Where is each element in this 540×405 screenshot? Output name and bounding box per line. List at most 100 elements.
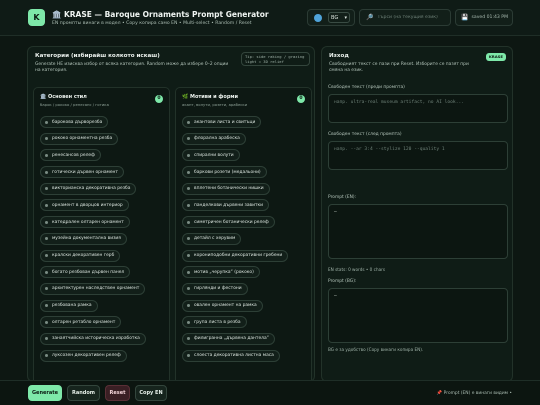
option-label: спирални волути: [194, 152, 234, 158]
option-label: кралски декоративен герб: [52, 253, 115, 258]
radio-dot-icon: [187, 337, 190, 341]
option-label: вплетени ботанически нишки: [194, 186, 264, 192]
radio-dot-icon: [45, 237, 48, 241]
copy-en-button[interactable]: Copy EN: [135, 385, 167, 401]
option-label: архитектурен наследствен орнамент: [52, 286, 140, 292]
option-chip[interactable]: олтарен ретабло орнамент: [40, 316, 122, 329]
option-chip[interactable]: орнамент в дворцов интериор: [40, 199, 129, 212]
option-chip[interactable]: викторианска декоративна резба: [40, 182, 137, 195]
radio-dot-icon: [45, 170, 48, 174]
footer-note: 📌 Prompt (EN) е винаги видим •: [436, 391, 512, 396]
option-chip[interactable]: гирлянди и фестони: [182, 282, 248, 295]
radio-dot-icon: [45, 304, 48, 308]
radio-dot-icon: [187, 203, 190, 207]
category-title: 🏛️ Основен стил: [40, 94, 87, 100]
option-chip[interactable]: рококо орнаментна резба: [40, 132, 119, 145]
radio-dot-icon: [45, 287, 48, 291]
saved-time: saved 01:43 PM: [471, 15, 509, 20]
option-label: занаятчийска историческа изработка: [52, 336, 140, 342]
category-main-style: 🏛️ Основен стил барок / рококо / ренесан…: [33, 87, 170, 381]
categories-description: Generate НЕ изисква избор от всяка катег…: [35, 62, 229, 73]
option-chip[interactable]: симетричен ботанически релеф: [182, 216, 275, 229]
option-label: ренесансов релеф: [52, 152, 95, 158]
radio-dot-icon: [187, 237, 190, 241]
option-chip[interactable]: корониподобни декоративни гребени: [182, 249, 289, 262]
option-chip[interactable]: акантови листа и свитъци: [182, 116, 262, 128]
prompt-en-output[interactable]: –: [328, 204, 508, 259]
option-chip[interactable]: ренесансов релеф: [40, 149, 101, 162]
option-chip[interactable]: катедрален олтарен орнамент: [40, 216, 130, 229]
option-chip[interactable]: баркови розети (медальони): [182, 166, 267, 179]
option-chip[interactable]: панделкови дървени завитки: [182, 199, 270, 212]
app-subtitle: EN промпты винаги в модел • Copy копира …: [52, 21, 252, 26]
option-label: баркови розети (медальони): [194, 169, 261, 175]
option-label: група листа в резба: [194, 319, 241, 325]
radio-dot-icon: [45, 120, 48, 124]
option-label: слоеста декоративна листна маса: [194, 353, 274, 359]
language-select[interactable]: BG ▾: [328, 12, 350, 23]
option-label: готически дървен орнамент: [52, 169, 118, 175]
option-label: олтарен ретабло орнамент: [52, 319, 116, 325]
option-chip[interactable]: овален орнамент на рамка: [182, 299, 263, 312]
option-chip[interactable]: спирални волути: [182, 149, 240, 162]
radio-dot-icon: [187, 270, 190, 274]
option-chip[interactable]: вплетени ботанически нишки: [182, 182, 270, 195]
radio-dot-icon: [45, 337, 48, 341]
option-chip[interactable]: детайл с херувим: [182, 232, 242, 245]
option-chip[interactable]: готически дървен орнамент: [40, 166, 124, 179]
radio-dot-icon: [187, 304, 190, 308]
option-chip[interactable]: архитектурен наследствен орнамент: [40, 282, 146, 295]
radio-dot-icon: [45, 203, 48, 207]
option-chip[interactable]: кралски декоративен герб: [40, 249, 121, 262]
saved-status: 💾 saved 01:43 PM: [455, 9, 513, 26]
prompt-bg-label: Prompt (BG):: [328, 279, 357, 284]
action-bar: Generate Random Reset Copy EN 📌 Prompt (…: [0, 380, 540, 405]
radio-dot-icon: [187, 120, 190, 124]
reset-button[interactable]: Reset: [105, 385, 130, 401]
option-chip[interactable]: богато резбован дървен панел: [40, 266, 131, 279]
radio-dot-icon: [187, 137, 190, 141]
search-input[interactable]: [377, 12, 450, 23]
chevron-down-icon: ▾: [344, 14, 347, 21]
radio-dot-icon: [45, 354, 48, 358]
option-label: симетричен ботанически релеф: [194, 219, 269, 225]
option-label: овален орнамент на рамка: [194, 303, 257, 309]
radio-dot-icon: [45, 270, 48, 274]
option-label: панделкови дървени завитки: [194, 202, 264, 208]
categories-title: Категории (избирайш колкото искаш): [35, 53, 160, 59]
option-label: гирлянди и фестони: [194, 286, 242, 292]
radio-dot-icon: [45, 254, 48, 257]
random-button[interactable]: Random: [67, 385, 100, 401]
option-label: корониподобни декоративни гребени: [194, 253, 283, 258]
option-chip[interactable]: музейна документална визия: [40, 232, 127, 245]
option-chip[interactable]: резбована рамка: [40, 299, 98, 312]
option-chip[interactable]: слоеста декоративна листна маса: [182, 349, 280, 362]
option-label: детайл с херувим: [194, 236, 236, 242]
option-chip[interactable]: барокова дърворезба: [40, 116, 109, 128]
output-description: Свободният текст се пази при Reset. Избо…: [329, 62, 469, 73]
option-chip[interactable]: занаятчийска историческа изработка: [40, 332, 146, 345]
option-chip[interactable]: флорална арабеска: [182, 132, 246, 145]
globe-icon: [314, 13, 322, 22]
option-chip[interactable]: филигранна „дървена дантела“: [182, 332, 275, 345]
app-header: K 🏛️ KRASE — Baroque Ornaments Prompt Ge…: [0, 0, 540, 36]
selection-count-badge: 0: [297, 95, 305, 103]
language-selector-box: BG ▾: [307, 9, 355, 26]
search-box: 🔎: [359, 9, 451, 26]
option-chip[interactable]: група листа в резба: [182, 316, 247, 329]
prompt-en-label: Prompt (EN):: [328, 195, 357, 200]
option-chip[interactable]: луксозен декоративен релеф: [40, 349, 127, 362]
option-label: луксозен декоративен релеф: [52, 353, 121, 359]
option-chip[interactable]: мотив „черупка“ (рококо): [182, 266, 260, 279]
radio-dot-icon: [187, 220, 190, 224]
prompt-bg-output[interactable]: –: [328, 288, 508, 343]
free-after-input[interactable]: напр. --ar 3:4 --stylize 120 --quality 1: [328, 141, 508, 170]
radio-dot-icon: [187, 354, 190, 358]
radio-dot-icon: [45, 220, 48, 224]
generate-button[interactable]: Generate: [28, 385, 62, 401]
radio-dot-icon: [187, 187, 190, 191]
free-after-label: Свободен текст (след промпта): [328, 132, 402, 137]
free-before-input[interactable]: напр. ultra-real museum artifact, no AI …: [328, 94, 508, 123]
radio-dot-icon: [45, 320, 48, 324]
option-label: флорална арабеска: [194, 136, 240, 142]
